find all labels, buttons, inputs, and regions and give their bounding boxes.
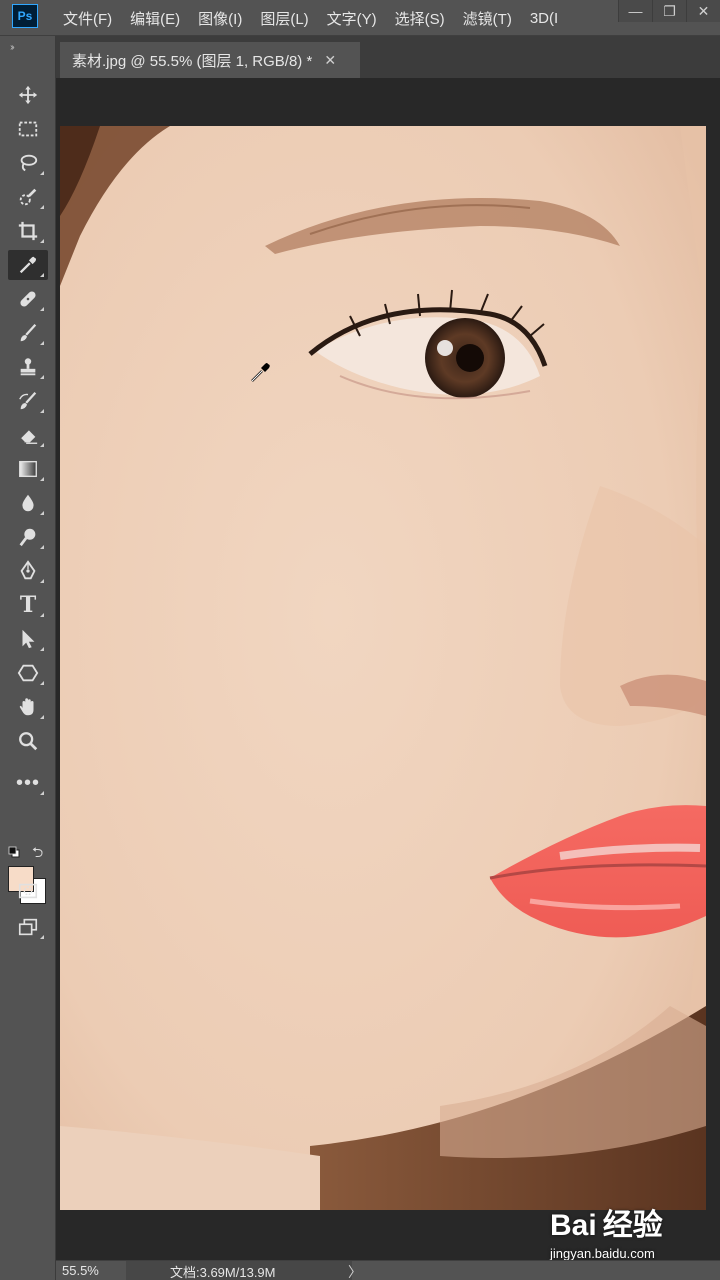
eyedropper-tool[interactable] (8, 250, 48, 280)
menu-select[interactable]: 选择(S) (386, 8, 454, 29)
tools-panel: ›› T ••• ⮌ (0, 36, 56, 1280)
eyedropper-cursor-icon (249, 360, 273, 384)
tool-group-indicator (40, 443, 44, 447)
menu-filter[interactable]: 滤镜(T) (454, 8, 521, 29)
tool-group-indicator (40, 409, 44, 413)
shape-tool[interactable] (8, 658, 48, 688)
close-window-button[interactable]: ✕ (686, 0, 720, 22)
pen-tool[interactable] (8, 556, 48, 586)
tool-group-indicator (40, 511, 44, 515)
drop-icon (22, 494, 34, 512)
main-menu: 文件(F) 编辑(E) 图像(I) 图层(L) 文字(Y) 选择(S) 滤镜(T… (54, 0, 567, 36)
default-colors-icon[interactable] (8, 846, 20, 858)
bandage-icon (20, 291, 36, 307)
quick-selection-tool[interactable] (8, 182, 48, 212)
dodge-icon (19, 528, 36, 547)
gradient-tool[interactable] (8, 454, 48, 484)
screen-mode-button[interactable] (8, 912, 48, 942)
menu-layer[interactable]: 图层(L) (251, 8, 317, 29)
move-icon (18, 85, 38, 105)
restore-button[interactable]: ❐ (652, 0, 686, 22)
photoshop-logo[interactable]: Ps (12, 4, 38, 28)
canvas-area[interactable] (56, 78, 720, 1260)
path-selection-tool[interactable] (8, 624, 48, 654)
gradient-icon (19, 460, 37, 478)
zoom-level[interactable]: 55.5% (62, 1263, 120, 1279)
eyedropper-icon (19, 256, 37, 274)
crop-icon (18, 221, 38, 241)
zoom-tool[interactable] (8, 726, 48, 756)
hexagon-icon (17, 664, 39, 682)
move-tool[interactable] (8, 80, 48, 110)
tool-group-indicator (40, 935, 44, 939)
more-dots-icon: ••• (15, 771, 40, 794)
healing-brush-tool[interactable] (8, 284, 48, 314)
tool-group-indicator (40, 579, 44, 583)
more-tools[interactable]: ••• (8, 768, 48, 798)
tool-group-indicator (40, 341, 44, 345)
hand-icon (19, 698, 34, 716)
face-photo (60, 126, 706, 1210)
document-tab-bar: 素材.jpg @ 55.5% (图层 1, RGB/8) * ✕ (56, 36, 720, 78)
minimize-button[interactable]: — (618, 0, 652, 22)
eraser-tool[interactable] (8, 420, 48, 450)
panel-collapse-icon[interactable]: ›› (10, 42, 14, 53)
tool-group-indicator (40, 171, 44, 175)
tool-group-indicator (40, 647, 44, 651)
menu-file[interactable]: 文件(F) (54, 8, 121, 29)
watermark-url: jingyan.baidu.com (550, 1246, 655, 1261)
tool-group-indicator (40, 307, 44, 311)
eraser-icon (20, 430, 38, 444)
tool-group-indicator (40, 613, 44, 617)
document-info[interactable]: 文档:3.69M/13.9M (126, 1261, 352, 1280)
quick-mask-button[interactable] (8, 876, 48, 906)
brush-icon (20, 323, 37, 342)
stamp-icon (20, 358, 36, 376)
lasso-tool[interactable] (8, 148, 48, 178)
menu-image[interactable]: 图像(I) (189, 8, 251, 29)
menu-bar: Ps 文件(F) 编辑(E) 图像(I) 图层(L) 文字(Y) 选择(S) 滤… (0, 0, 720, 36)
marquee-tool[interactable] (8, 114, 48, 144)
tool-group-indicator (40, 205, 44, 209)
close-tab-icon[interactable]: ✕ (324, 52, 336, 69)
dodge-tool[interactable] (8, 522, 48, 552)
rect-marquee-icon (18, 121, 38, 137)
type-icon: T (19, 592, 37, 618)
status-bar: 55.5% 文档:3.69M/13.9M 〉 (56, 1260, 720, 1280)
document-tab-title: 素材.jpg @ 55.5% (图层 1, RGB/8) * (72, 52, 313, 70)
type-tool[interactable]: T (8, 590, 48, 620)
menu-type[interactable]: 文字(Y) (318, 8, 386, 29)
tool-group-indicator (40, 681, 44, 685)
quick-selection-icon (19, 188, 37, 206)
history-brush-tool[interactable] (8, 386, 48, 416)
crop-tool[interactable] (8, 216, 48, 246)
quick-mask-icon (18, 883, 38, 899)
history-brush-icon (19, 391, 37, 410)
document-tab[interactable]: 素材.jpg @ 55.5% (图层 1, RGB/8) * ✕ (60, 42, 360, 78)
blur-tool[interactable] (8, 488, 48, 518)
zoom-icon (19, 732, 38, 751)
menu-3d[interactable]: 3D(I (521, 10, 567, 27)
watermark-logo: Bai 经验 (550, 1209, 663, 1242)
tool-group-indicator (40, 375, 44, 379)
tool-group-indicator (40, 477, 44, 481)
document-image[interactable] (60, 126, 706, 1210)
tool-group-indicator (40, 273, 44, 277)
menu-edit[interactable]: 编辑(E) (121, 8, 189, 29)
tool-group-indicator (40, 715, 44, 719)
screen-mode-icon (18, 918, 38, 936)
tool-group-indicator (40, 545, 44, 549)
window-controls: — ❐ ✕ (618, 0, 720, 22)
tool-group-indicator (40, 239, 44, 243)
hand-tool[interactable] (8, 692, 48, 722)
brush-tool[interactable] (8, 318, 48, 348)
tool-group-indicator (40, 791, 44, 795)
pen-icon (20, 560, 36, 580)
clone-stamp-tool[interactable] (8, 352, 48, 382)
arrow-icon (22, 629, 35, 649)
swap-colors-icon[interactable]: ⮌ (32, 842, 43, 866)
lasso-icon (20, 154, 38, 172)
status-menu-arrow-icon[interactable]: 〉 (348, 1262, 362, 1280)
